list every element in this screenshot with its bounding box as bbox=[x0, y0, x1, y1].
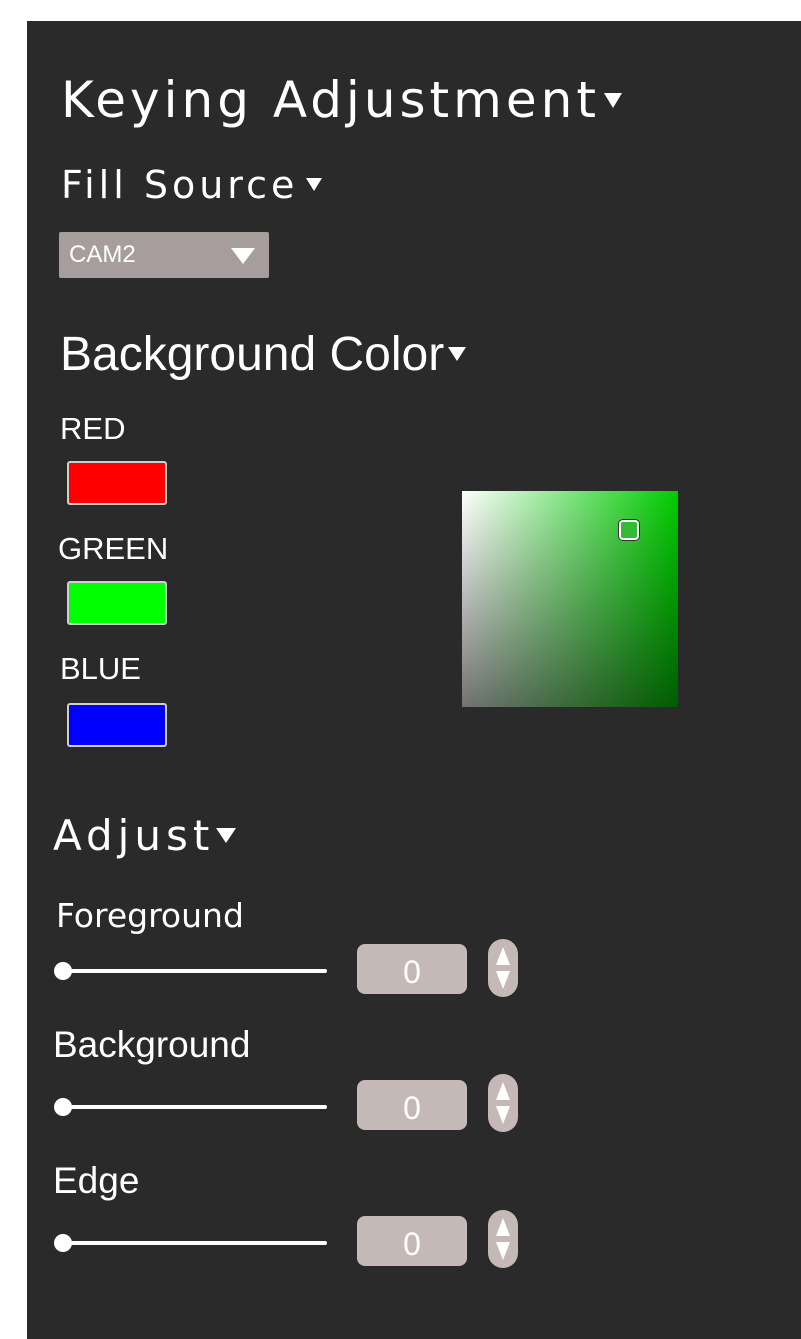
color-picker-square[interactable] bbox=[462, 491, 678, 707]
foreground-label: Foreground bbox=[56, 896, 244, 935]
edge-slider-track[interactable] bbox=[63, 1241, 327, 1245]
arrow-up-icon[interactable] bbox=[496, 947, 510, 965]
background-value-field[interactable]: 0 bbox=[357, 1080, 467, 1130]
background-spinner-icon[interactable] bbox=[488, 1074, 518, 1132]
caret-down-icon[interactable] bbox=[603, 93, 622, 108]
background-slider-track[interactable] bbox=[63, 1105, 327, 1109]
keying-adjustment-header[interactable]: Keying Adjustment bbox=[61, 71, 622, 129]
edge-value-field[interactable]: 0 bbox=[357, 1216, 467, 1266]
background-slider-handle[interactable] bbox=[54, 1098, 72, 1116]
caret-down-icon[interactable] bbox=[216, 828, 237, 843]
blue-swatch[interactable] bbox=[67, 703, 167, 747]
arrow-down-icon[interactable] bbox=[496, 1242, 510, 1260]
red-swatch[interactable] bbox=[67, 461, 167, 505]
arrow-down-icon[interactable] bbox=[496, 1106, 510, 1124]
fill-source-header[interactable]: Fill Source bbox=[61, 163, 323, 207]
foreground-spinner-icon[interactable] bbox=[488, 939, 518, 997]
edge-spinner-icon[interactable] bbox=[488, 1210, 518, 1268]
color-picker-handle[interactable] bbox=[619, 520, 639, 540]
green-swatch[interactable] bbox=[67, 581, 167, 625]
foreground-slider-handle[interactable] bbox=[54, 962, 72, 980]
arrow-up-icon[interactable] bbox=[496, 1218, 510, 1236]
fill-source-select[interactable]: CAM2 bbox=[59, 232, 269, 278]
arrow-up-icon[interactable] bbox=[496, 1082, 510, 1100]
fill-source-title: Fill Source bbox=[61, 163, 299, 207]
keying-panel: Keying Adjustment Fill Source CAM2 Backg… bbox=[27, 21, 801, 1339]
green-label: GREEN bbox=[58, 531, 169, 566]
caret-down-icon[interactable] bbox=[448, 347, 467, 362]
edge-slider-handle[interactable] bbox=[54, 1234, 72, 1252]
background-color-header[interactable]: Background Color bbox=[60, 327, 467, 382]
fill-source-value: CAM2 bbox=[69, 241, 136, 268]
keying-adjustment-title: Keying Adjustment bbox=[61, 71, 600, 129]
caret-down-icon[interactable] bbox=[306, 178, 323, 191]
foreground-slider-track[interactable] bbox=[63, 969, 327, 973]
background-color-title: Background Color bbox=[60, 328, 445, 381]
arrow-down-icon[interactable] bbox=[496, 971, 510, 989]
red-label: RED bbox=[60, 411, 126, 446]
background-label: Background bbox=[53, 1024, 251, 1065]
blue-label: BLUE bbox=[60, 651, 141, 686]
adjust-title: Adjust bbox=[53, 811, 215, 860]
edge-label: Edge bbox=[53, 1160, 140, 1201]
chevron-down-icon[interactable] bbox=[231, 248, 255, 264]
adjust-header[interactable]: Adjust bbox=[53, 811, 237, 860]
foreground-value-field[interactable]: 0 bbox=[357, 944, 467, 994]
